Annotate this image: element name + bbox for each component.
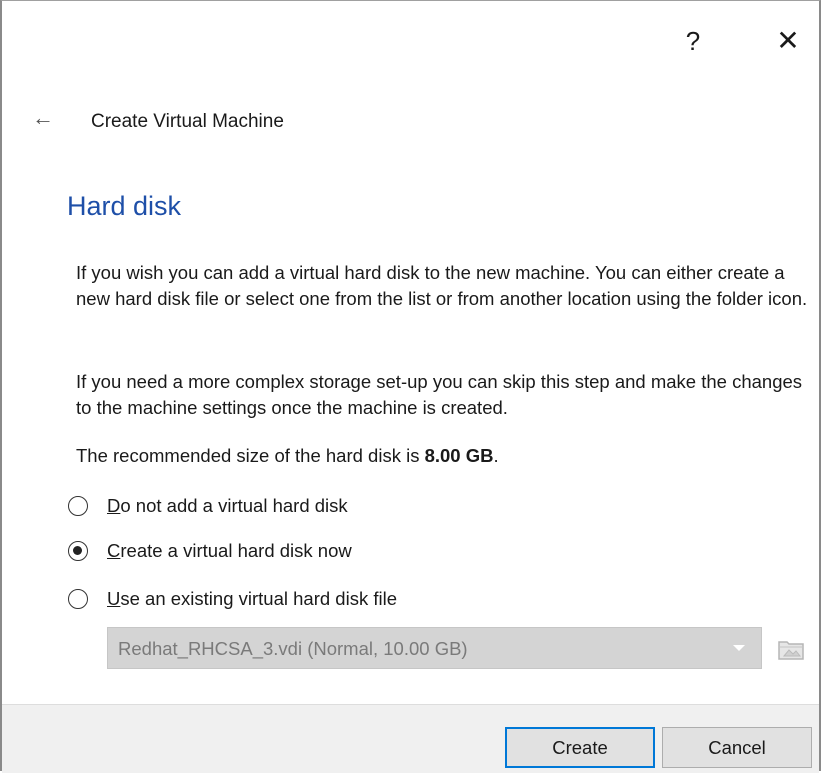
radio-button[interactable] (68, 496, 88, 516)
recommended-size-suffix: . (493, 445, 499, 466)
cancel-button[interactable]: Cancel (662, 727, 812, 768)
close-button[interactable]: ✕ (768, 23, 808, 59)
radio-label: Create a virtual hard disk now (107, 540, 352, 562)
storage-hint-paragraph: If you need a more complex storage set-u… (76, 371, 803, 418)
create-button[interactable]: Create (505, 727, 655, 768)
mnemonic-letter: U (107, 588, 121, 609)
title-bar: ? ✕ (2, 1, 819, 81)
button-bar: Create Cancel (2, 704, 819, 773)
wizard-title: Create Virtual Machine (91, 111, 284, 132)
radio-label-text: reate a virtual hard disk now (120, 540, 352, 561)
radio-label-text: o not add a virtual hard disk (120, 495, 348, 516)
radio-button[interactable] (68, 589, 88, 609)
help-button[interactable]: ? (675, 23, 711, 59)
radio-label-text: se an existing virtual hard disk file (120, 588, 397, 609)
existing-disk-select[interactable]: Redhat_RHCSA_3.vdi (Normal, 10.00 GB) (107, 627, 762, 669)
folder-icon-graphic (778, 641, 804, 660)
mnemonic-letter: C (107, 540, 121, 561)
radio-create-hard-disk[interactable]: Create a virtual hard disk now (68, 536, 352, 566)
chevron-down-icon (733, 645, 745, 651)
radio-no-hard-disk[interactable]: Do not add a virtual hard disk (68, 491, 348, 521)
folder-icon[interactable] (776, 634, 806, 664)
back-arrow-icon[interactable]: ← (28, 104, 58, 132)
description-paragraph: If you wish you can add a virtual hard d… (76, 262, 808, 309)
recommended-size-prefix: The recommended size of the hard disk is (76, 445, 425, 466)
radio-label: Use an existing virtual hard disk file (107, 588, 397, 610)
existing-disk-select-value: Redhat_RHCSA_3.vdi (Normal, 10.00 GB) (118, 638, 468, 659)
recommended-size-text: The recommended size of the hard disk is… (76, 443, 816, 469)
radio-use-existing-disk[interactable]: Use an existing virtual hard disk file (68, 584, 397, 614)
radio-label: Do not add a virtual hard disk (107, 495, 348, 517)
page-title: Hard disk (67, 191, 182, 221)
create-vm-dialog: ? ✕ ← Create Virtual Machine Hard disk I… (0, 0, 821, 773)
mnemonic-letter: D (107, 495, 121, 516)
radio-button-checked[interactable] (68, 541, 88, 561)
recommended-size-value: 8.00 GB (424, 445, 494, 466)
